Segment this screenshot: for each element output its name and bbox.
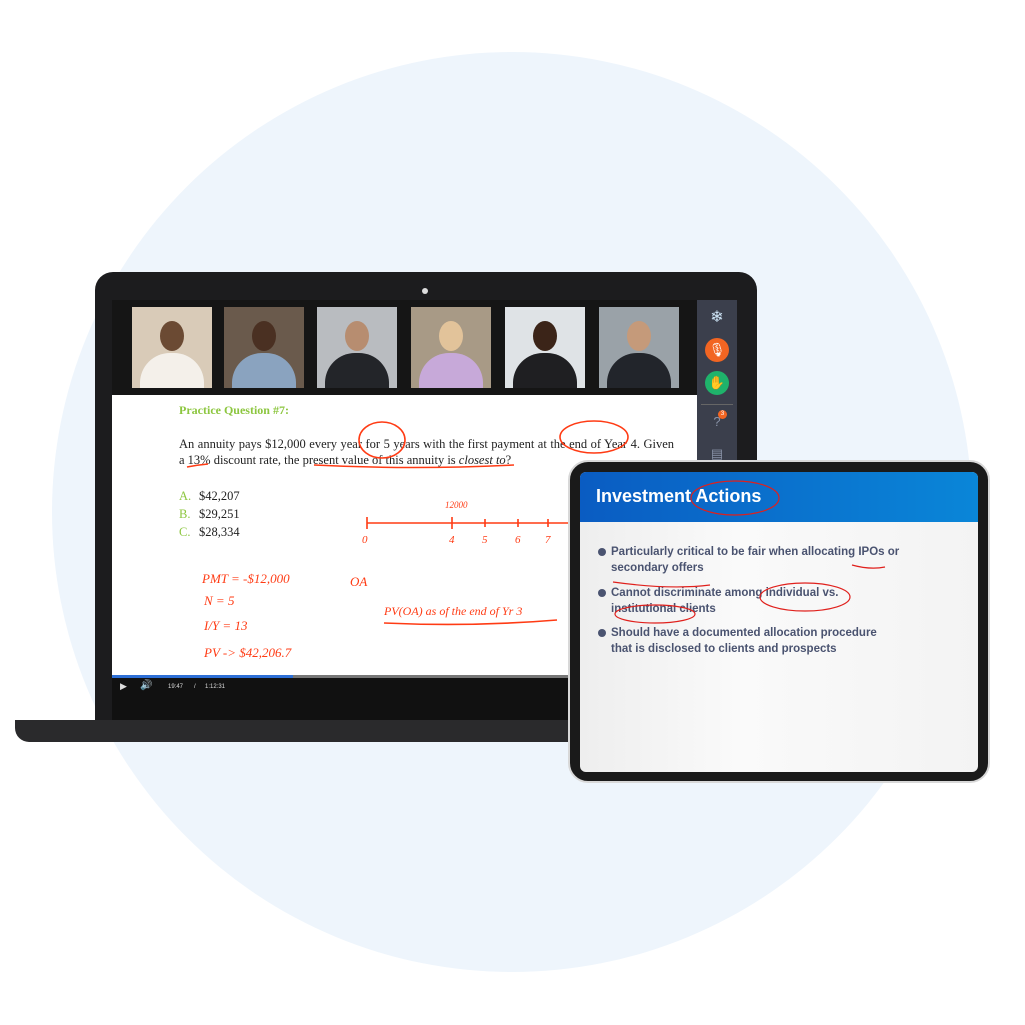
annotation-text: 0 [362,534,368,546]
circle-annotation [358,421,406,459]
play-icon[interactable]: ▶ [120,681,127,692]
participant-video[interactable] [599,307,679,388]
raise-hand-icon[interactable]: ✋ [705,371,729,395]
webcam [422,288,428,294]
annotation-text: PV(OA) as of the end of Yr 3 [383,604,522,618]
slide-annotations [612,480,886,624]
underline-annotation [383,619,558,626]
participant-strip [112,300,697,395]
time-separator: / [194,684,196,690]
snowflake-icon[interactable]: ❄ [705,306,729,330]
laptop-base [15,720,595,742]
participant-video[interactable] [317,307,397,388]
participant-video[interactable] [411,307,491,388]
slide: Investment Actions Particularly critical… [580,472,978,772]
annotation-text: N = 5 [203,593,235,608]
participant-video[interactable] [505,307,585,388]
annotation-text: 7 [545,534,551,546]
annotation-text: 12000 [445,500,468,510]
total-time: 1:12:31 [205,684,226,690]
mic-off-icon[interactable]: 🎙 [705,338,729,362]
annotation-text: PMT = -$12,000 [201,571,290,586]
volume-icon[interactable]: 🔊 [140,680,152,691]
participant-video[interactable] [132,307,212,388]
annotation-text: 6 [515,534,521,546]
progress-fill [112,675,294,678]
annotation-text: 5 [482,534,488,546]
question-badge: 3 [718,410,727,419]
annotation-text: I/Y = 13 [203,618,248,633]
circle-annotation [559,420,629,454]
underline-annotation [313,464,515,469]
annotation-text: 4 [449,534,455,546]
current-time: 19:47 [168,684,184,690]
annotation-text: PV -> $42,206.7 [203,645,292,660]
question-icon[interactable]: ? 3 [705,410,729,434]
underline-annotation [186,463,209,468]
participant-video[interactable] [224,307,304,388]
annotation-text: OA [350,574,367,589]
tablet: Investment Actions Particularly critical… [568,460,990,783]
divider [701,404,733,405]
